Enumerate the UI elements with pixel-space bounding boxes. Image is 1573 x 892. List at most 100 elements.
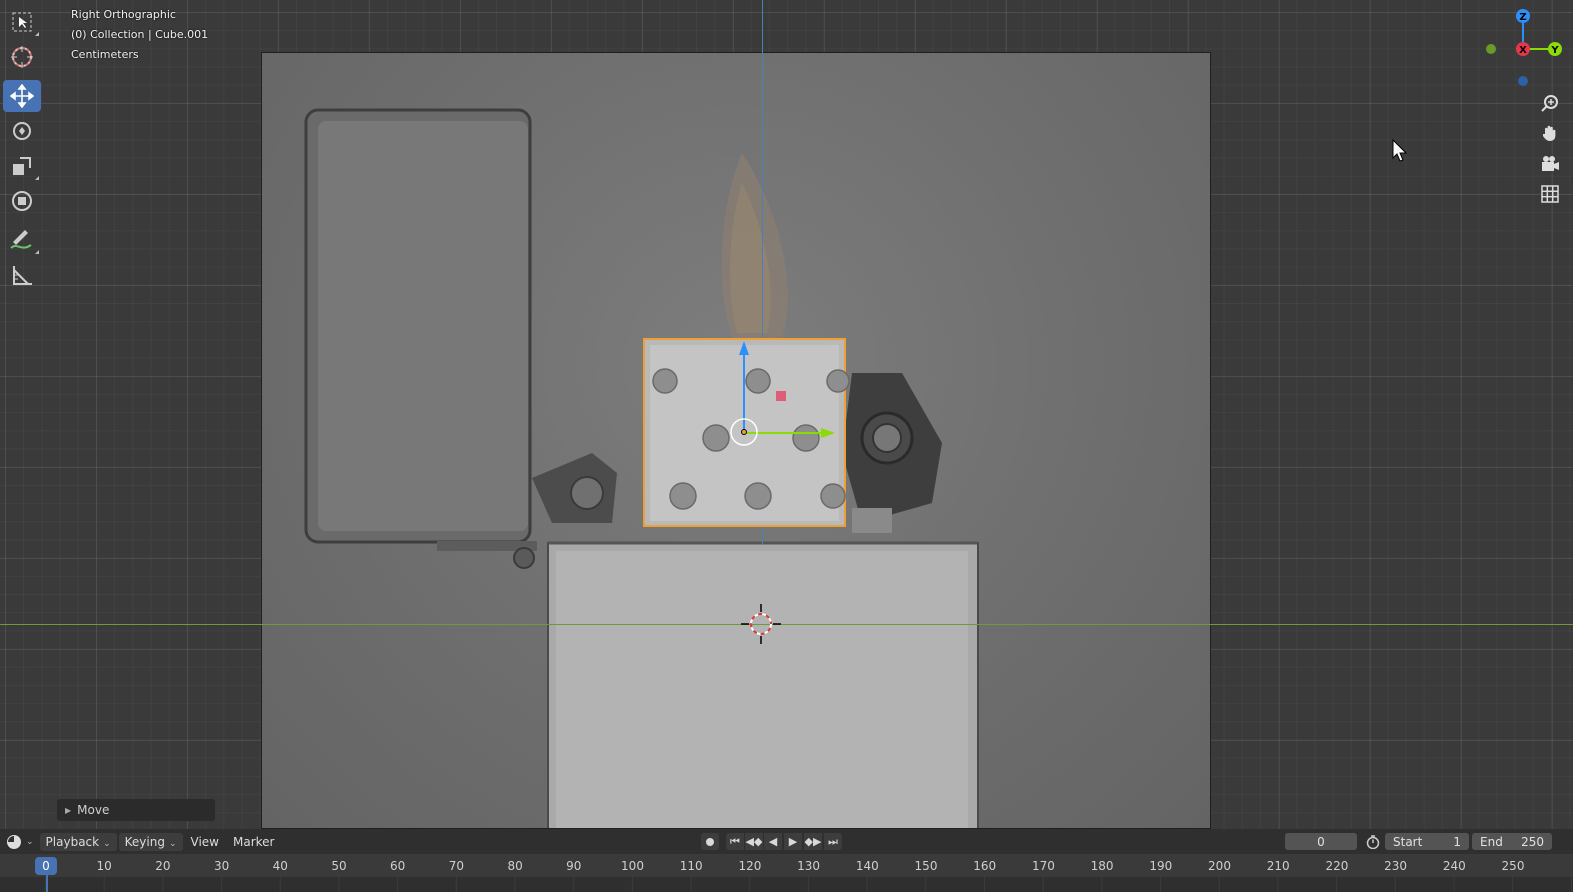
ruler-tick-label: 60 <box>390 859 406 873</box>
jump-end-icon: ⏭ <box>828 834 838 848</box>
cursor-icon <box>11 46 33 68</box>
3d-viewport[interactable]: Right Orthographic (0) Collection | Cube… <box>0 0 1573 829</box>
select-box-tool[interactable] <box>3 6 41 38</box>
scale-icon <box>13 157 31 175</box>
ruler-tick-label: 220 <box>1325 859 1349 873</box>
measure-tool[interactable] <box>3 259 41 291</box>
playhead[interactable]: 0 <box>35 857 57 875</box>
last-operator-panel[interactable]: ▶ Move <box>57 799 215 821</box>
move-icon <box>10 84 34 108</box>
ruler-tick-label: 210 <box>1266 859 1290 873</box>
keying-menu[interactable]: Keying ⌄ <box>118 832 183 851</box>
rotate-icon <box>13 122 31 140</box>
jump-start-button[interactable]: ⏮ <box>726 833 744 850</box>
ruler-tick-label: 170 <box>1031 859 1055 873</box>
gizmo-x-label: X <box>1519 45 1527 56</box>
prev-keyframe-icon: ◀◆ <box>745 835 763 848</box>
ruler-tick-label: 70 <box>448 859 465 873</box>
record-button[interactable] <box>701 833 719 850</box>
start-frame-field[interactable]: Start 1 <box>1385 833 1469 850</box>
ruler-tick-label: 20 <box>155 859 171 873</box>
scale-tool[interactable] <box>3 150 41 182</box>
ruler-tick-label: 100 <box>621 859 644 873</box>
3d-cursor-icon[interactable] <box>741 604 781 644</box>
jump-end-button[interactable]: ⏭ <box>824 833 842 850</box>
view-name-label: Right Orthographic <box>71 8 176 21</box>
ruler-tick-label: 40 <box>272 859 288 873</box>
timeline-ruler[interactable]: 10 20 30 40 50 60 70 80 90 100 110 120 130 140 150 160 1… <box>0 854 1573 892</box>
ruler-tick-label: 120 <box>738 859 762 873</box>
timeline-header: ⌄ Playback ⌄ Keying ⌄ View Marker ⏮ ◀◆ ◀ ▶… <box>0 829 1573 854</box>
expand-triangle-icon: ▶ <box>65 805 72 815</box>
tool-shelf <box>3 6 43 294</box>
start-frame-value: 1 <box>1453 834 1461 849</box>
play-reverse-button[interactable]: ◀ <box>764 833 782 850</box>
view-menu[interactable]: View <box>185 833 225 851</box>
zoom-button[interactable] <box>1536 89 1564 117</box>
grid-icon <box>1541 185 1559 203</box>
cursor-tool[interactable] <box>3 41 41 73</box>
end-frame-value: 250 <box>1521 834 1544 849</box>
marker-menu[interactable]: Marker <box>227 833 280 851</box>
object-origin <box>741 429 747 435</box>
gizmo-z-label: Z <box>1519 12 1526 23</box>
transform-tool[interactable] <box>3 185 41 217</box>
perspective-toggle-button[interactable] <box>1536 180 1564 208</box>
collection-info-label: (0) Collection | Cube.001 <box>71 28 209 41</box>
play-button[interactable]: ▶ <box>784 833 802 850</box>
ruler-tick-label: 150 <box>914 859 938 873</box>
ruler-tick-label: 50 <box>331 859 347 873</box>
selected-object-layer <box>643 138 1408 644</box>
pan-button[interactable] <box>1536 119 1564 147</box>
ruler-tick-label: 110 <box>679 859 703 873</box>
ruler-tick-label: 90 <box>566 859 582 873</box>
current-frame-field[interactable]: 0 <box>1285 833 1357 850</box>
playback-menu[interactable]: Playback ⌄ <box>39 832 117 851</box>
ruler-tick-label: 140 <box>855 859 879 873</box>
measure-icon <box>13 266 32 285</box>
camera-view-button[interactable] <box>1536 150 1564 178</box>
editor-type-button[interactable]: ⌄ <box>6 834 34 850</box>
gizmo-plane-handle <box>776 391 786 401</box>
keying-menu-label: Keying <box>124 834 165 849</box>
ruler-tick-label: 180 <box>1090 859 1114 873</box>
annotate-icon <box>10 230 32 249</box>
annotate-tool[interactable] <box>3 224 41 256</box>
end-frame-label: End <box>1480 834 1503 849</box>
playhead-line <box>46 875 48 892</box>
clock-icon <box>7 834 21 849</box>
ruler-tick-label: 160 <box>973 859 997 873</box>
transform-icon <box>12 191 32 211</box>
ruler-tick-label: 250 <box>1501 859 1525 873</box>
jump-start-icon: ⏮ <box>730 834 740 848</box>
play-icon: ▶ <box>788 835 798 848</box>
ruler-tick-label: 130 <box>797 859 821 873</box>
navigation-gizmo[interactable]: Z Y X <box>1480 6 1570 96</box>
last-operator-label: Move <box>77 803 110 817</box>
gizmo-neg-z-ball <box>1518 76 1528 86</box>
ruler-tick-label: 10 <box>96 859 112 873</box>
camera-icon <box>1542 156 1559 171</box>
prev-keyframe-button[interactable]: ◀◆ <box>745 833 763 850</box>
end-frame-field[interactable]: End 250 <box>1472 833 1552 850</box>
mouse-pointer-icon <box>1392 138 1408 162</box>
record-icon <box>706 837 714 846</box>
ruler-tick-label: 80 <box>507 859 523 873</box>
zoom-icon <box>1541 95 1558 112</box>
ruler-tick-label: 190 <box>1149 859 1173 873</box>
units-label: Centimeters <box>71 48 139 61</box>
next-keyframe-icon: ◆▶ <box>804 835 822 848</box>
ruler-tick-label: 200 <box>1208 859 1231 873</box>
select-box-icon <box>12 12 32 32</box>
start-frame-label: Start <box>1393 834 1423 849</box>
gizmo-y-label: Y <box>1550 45 1559 56</box>
next-keyframe-button[interactable]: ◆▶ <box>804 833 822 850</box>
play-reverse-icon: ◀ <box>768 835 778 848</box>
stopwatch-icon[interactable] <box>1366 835 1380 852</box>
ruler-tick-label: 230 <box>1384 859 1408 873</box>
timeline-track-area[interactable] <box>0 877 1573 892</box>
rotate-tool[interactable] <box>3 115 41 147</box>
gizmo-neg-y-ball <box>1486 44 1496 54</box>
hand-icon <box>1543 125 1556 141</box>
move-tool[interactable] <box>3 80 41 112</box>
